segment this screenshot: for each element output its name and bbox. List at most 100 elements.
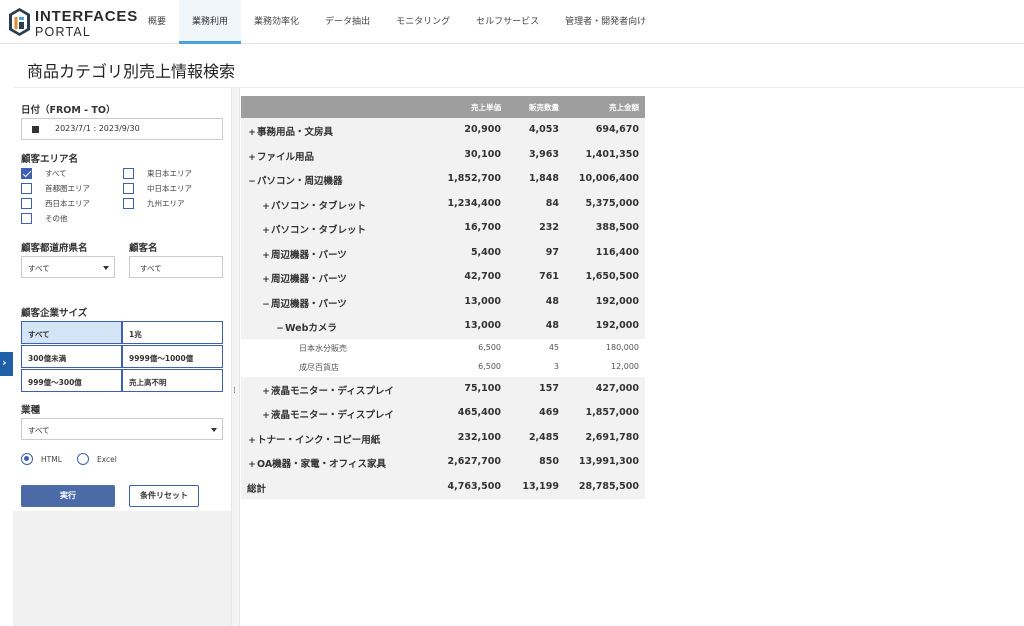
run-button[interactable]: 実行 [21,485,115,507]
area-checkbox-all[interactable]: すべて [21,167,67,180]
customer-value: すべて [140,264,162,273]
nav-business-use[interactable]: 業務利用 [179,0,242,44]
main-nav: 概要 業務利用 業務効率化 データ抽出 モニタリング セルフサービス 管理者・開… [135,0,659,44]
cell-quantity: 157 [539,382,559,394]
cell-quantity: 45 [548,342,559,352]
row-label-text: ファイル用品 [257,151,315,163]
format-radio-excel[interactable]: Excel [77,453,117,465]
collapse-icon[interactable]: − [261,300,271,310]
expand-icon[interactable]: + [261,411,271,421]
customer-input[interactable]: すべて [129,256,223,278]
area-checkbox-metro[interactable]: 首都圏エリア [21,182,90,195]
table-row[interactable]: +パソコン・タブレット 1,234,400 84 5,375,000 [241,191,645,216]
nav-admin[interactable]: 管理者・開発者向け [552,0,659,44]
cell-unit-price: 75,100 [464,382,501,394]
table-row[interactable]: −周辺機器・パーツ 13,000 48 192,000 [241,289,645,314]
row-label-text: 液晶モニター・ディスプレイ [271,385,394,397]
prefecture-label: 顧客都道府県名 [21,243,88,254]
sidebar-footer-area [13,511,231,626]
table-row[interactable]: +パソコン・タブレット 16,700 232 388,500 [241,216,645,241]
table-row[interactable]: +液晶モニター・ディスプレイ 465,400 469 1,857,000 [241,401,645,426]
nav-overview[interactable]: 概要 [135,0,179,44]
cell-unit-price: 13,000 [464,320,501,331]
size-option-under300[interactable]: 300億未満 [21,345,122,368]
table-body: +事務用品・文房具 20,900 4,053 694,670 +ファイル用品 30,100… [241,118,645,475]
sidebar-toggle[interactable]: › [0,352,13,376]
table-row[interactable]: +ファイル用品 30,100 3,963 1,401,350 [241,142,645,167]
drag-handle-icon[interactable]: ⁞ [233,386,236,396]
expand-icon[interactable]: + [261,251,271,261]
nav-monitoring[interactable]: モニタリング [383,0,463,44]
size-option-9999-1000[interactable]: 9999億～1000億 [122,345,223,368]
cell-unit-price: 20,900 [464,124,501,135]
caret-down-icon [211,428,217,432]
nav-self-service[interactable]: セルフサービス [463,0,552,44]
checkbox-box [123,183,134,194]
cell-quantity: 2,485 [528,431,559,443]
size-option-999-300[interactable]: 999億～300億 [21,369,122,392]
panel-splitter[interactable] [231,88,240,626]
filter-panel: 日付（FROM - TO） 2023/7/1 : 2023/9/30 顧客エリア… [13,95,231,511]
area-checkbox-other[interactable]: その他 [21,212,68,225]
checkbox-box [21,198,32,209]
row-label: +トナー・インク・コピー用紙 [247,432,380,446]
cell-amount: 116,400 [595,246,639,258]
reset-button[interactable]: 条件リセット [129,485,199,507]
header-amount[interactable]: 売上金額 [609,102,639,113]
expand-icon[interactable]: + [247,436,257,446]
row-label: +パソコン・タブレット [261,222,366,236]
radio-label-excel: Excel [97,454,117,464]
expand-icon[interactable]: + [247,153,257,163]
table-row[interactable]: +トナー・インク・コピー用紙 232,100 2,485 2,691,780 [241,425,645,450]
expand-icon[interactable]: + [261,275,271,285]
cell-quantity: 3,963 [528,148,559,160]
table-row[interactable]: −パソコン・周辺機器 1,852,700 1,848 10,006,400 [241,167,645,192]
cell-amount: 388,500 [595,222,639,233]
expand-icon[interactable]: + [261,202,271,212]
row-label: +パソコン・タブレット [261,198,366,212]
industry-select[interactable]: すべて [21,418,223,440]
header-quantity[interactable]: 販売数量 [529,102,559,113]
table-row[interactable]: +周辺機器・パーツ 5,400 97 116,400 [241,240,645,265]
table-row[interactable]: +液晶モニター・ディスプレイ 75,100 157 427,000 [241,376,645,401]
area-checkbox-west[interactable]: 西日本エリア [21,197,90,210]
nav-data-extract[interactable]: データ抽出 [312,0,383,44]
expand-icon[interactable]: + [261,226,271,236]
table-row[interactable]: +事務用品・文房具 20,900 4,053 694,670 [241,118,645,143]
expand-icon[interactable]: + [247,460,257,470]
format-radio-html[interactable]: HTML [21,453,62,465]
expand-icon[interactable]: + [261,387,271,397]
collapse-icon[interactable]: − [275,324,285,334]
checkbox-checked-icon [21,168,32,179]
cell-amount: 28,785,500 [578,480,639,492]
cell-amount: 13,991,300 [578,456,639,467]
area-checkbox-central[interactable]: 中日本エリア [123,182,192,195]
portal-logo[interactable]: INTERFACES PORTAL [9,7,149,39]
cell-unit-price: 5,400 [470,246,501,258]
cell-unit-price: 6,500 [478,361,501,371]
size-option-all[interactable]: すべて [21,321,122,344]
cell-amount: 10,006,400 [578,173,639,184]
header-unit-price[interactable]: 売上単価 [471,102,501,113]
table-row[interactable]: +OA機器・家電・オフィス家具 2,627,700 850 13,991,300 [241,450,645,475]
table-row[interactable]: −Webカメラ 13,000 48 192,000 [241,314,645,339]
cell-quantity: 84 [545,197,559,209]
prefecture-select[interactable]: すべて [21,256,115,278]
table-row-leaf: 成尽百貨店 6,500 3 12,000 [241,357,645,377]
collapse-icon[interactable]: − [247,177,257,187]
row-label: +周辺機器・パーツ [261,271,347,285]
expand-icon[interactable]: + [247,128,257,138]
size-option-unknown[interactable]: 売上高不明 [122,369,223,392]
date-range-input[interactable]: 2023/7/1 : 2023/9/30 [21,118,223,140]
area-checkbox-east[interactable]: 東日本エリア [123,167,192,180]
area-checkbox-kyushu[interactable]: 九州エリア [123,197,185,210]
calendar-icon [32,126,39,133]
cell-quantity: 97 [545,246,559,258]
size-option-1t[interactable]: 1兆 [122,321,223,344]
row-label: −Webカメラ [275,320,337,334]
customer-label: 顧客名 [129,243,158,254]
table-row[interactable]: +周辺機器・パーツ 42,700 761 1,650,500 [241,265,645,290]
row-label-text: パソコン・タブレット [271,200,367,212]
cell-unit-price: 16,700 [464,222,501,233]
nav-efficiency[interactable]: 業務効率化 [241,0,312,44]
